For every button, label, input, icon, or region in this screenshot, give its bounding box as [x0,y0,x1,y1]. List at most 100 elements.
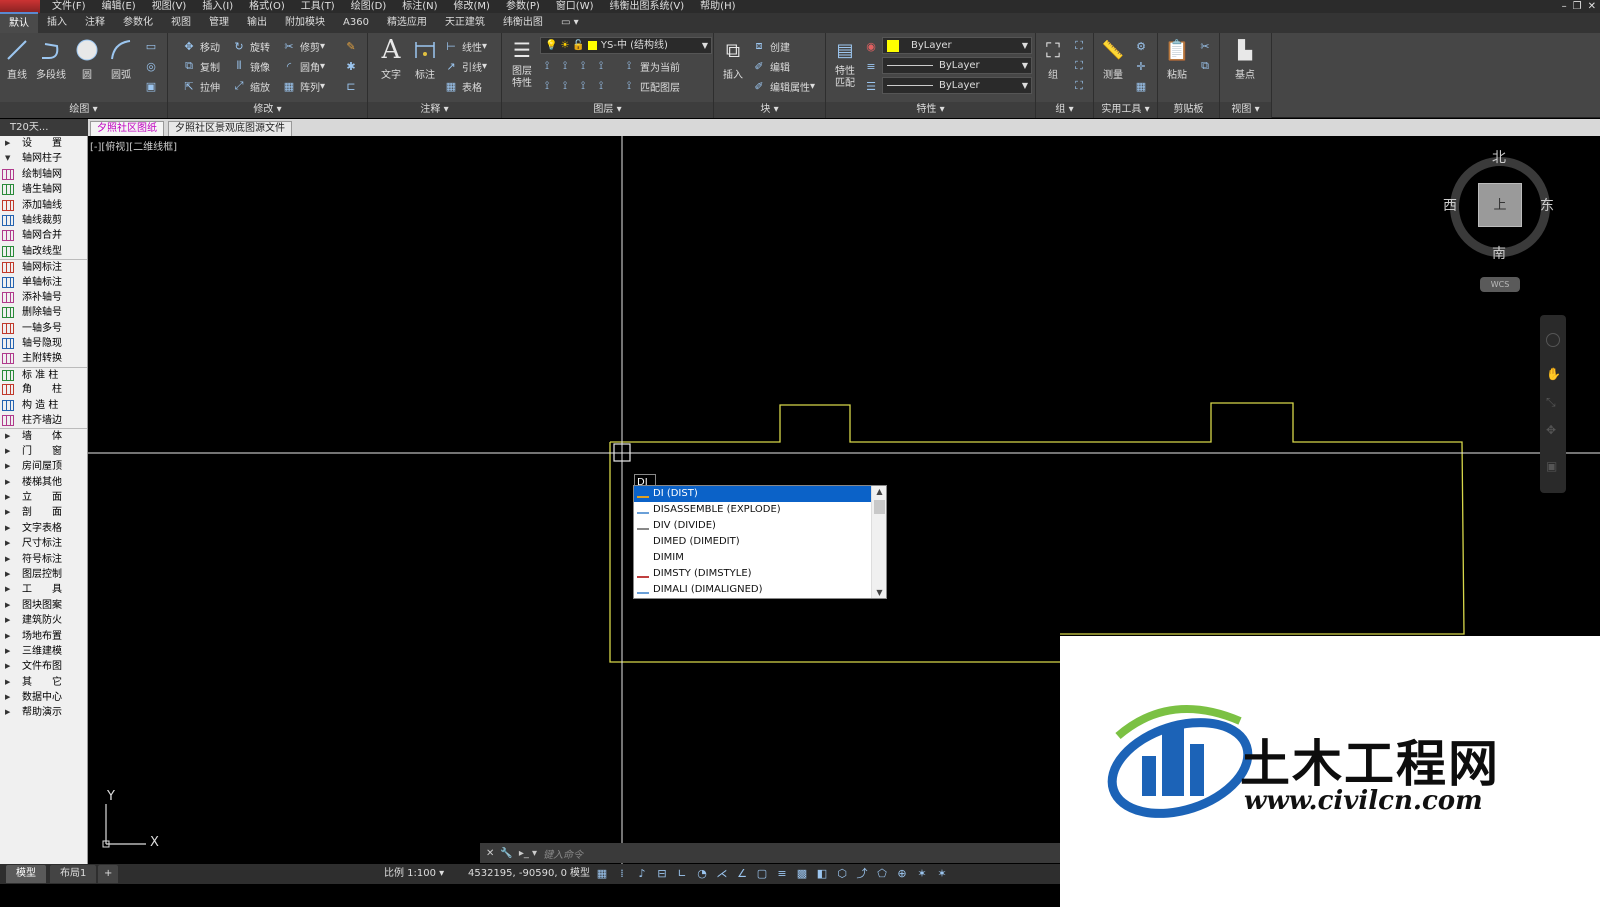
sidebar-item[interactable]: ▶ 房间屋顶 [0,459,87,474]
ribbon-tab[interactable]: 默认 [0,12,38,34]
table-tool[interactable]: ▦ 表格 [444,77,482,95]
sidebar-item[interactable]: 墙生轴网 [0,182,87,197]
linetype-button[interactable]: ≡ [864,57,882,75]
polyline-tool[interactable]: 多段线 [36,37,66,81]
sidebar-item[interactable]: 轴网合并 [0,228,87,243]
ribbon-tab[interactable]: 纬衡出图 [494,13,552,33]
rotate-tool[interactable]: ↻ 旋转 [232,37,270,55]
scroll-thumb[interactable] [874,500,885,514]
minimize-icon[interactable]: – [1562,0,1567,13]
sidebar-item[interactable]: ▶ 剖 面 [0,505,87,520]
infer-icon[interactable]: ♪ [635,867,649,881]
menu-item[interactable]: 工具(T) [293,0,343,13]
sidebar-item[interactable]: 轴网标注 [0,259,87,274]
annotation-panel-title[interactable]: 注释 ▾ [368,102,501,118]
edit-block-tool[interactable]: ✐ 编辑 [752,57,790,75]
ungroup-button[interactable]: ⛶ [1072,37,1090,55]
menu-item[interactable]: 标注(N) [394,0,445,13]
menu-item[interactable]: 窗口(W) [548,0,602,13]
sidebar-item[interactable]: 柱齐墙边 [0,413,87,428]
t20-panel-header[interactable]: T20天... [0,119,88,136]
transparency-icon[interactable]: ▩ [795,867,809,881]
ucs-dynamic-icon[interactable]: ⤴ [855,867,869,881]
lineweight-button[interactable]: ☰ [864,77,882,95]
group-edit-button[interactable]: ⛶ [1072,57,1090,75]
menu-item[interactable]: 格式(O) [241,0,293,13]
sidebar-item[interactable]: 单轴标注 [0,275,87,290]
copy-clip-button[interactable]: ⧉ [1198,57,1216,75]
sidebar-item[interactable]: ▶ 文字表格 [0,521,87,536]
menu-item[interactable]: 纬衡出图系统(V) [602,0,693,13]
line-tool[interactable]: 直线 [2,37,32,81]
circle-tool[interactable]: 圆 [72,37,102,81]
menu-item[interactable]: 文件(F) [44,0,94,13]
sidebar-item[interactable]: ▶ 图块图案 [0,598,87,613]
calculator-button[interactable]: ▦ [1134,77,1152,95]
point-button[interactable]: ✛ [1134,57,1152,75]
array-tool[interactable]: ▦ 阵列 ▾ [282,77,325,95]
command-input[interactable]: 键入命令 [543,846,583,861]
close-icon[interactable]: ✕ [1588,0,1596,13]
pan-icon[interactable]: ✋ [1546,367,1561,381]
offset-tool[interactable]: ⊏ [344,77,362,95]
sidebar-item[interactable]: ▶ 墙 体 [0,428,87,443]
layer-tools-row2[interactable]: ⟟ ⟟ ⟟ ⟟ [540,77,612,95]
create-block-tool[interactable]: ⧈ 创建 [752,37,791,55]
stretch-tool[interactable]: ⇱ 拉伸 [182,77,220,95]
sidebar-item[interactable]: 添补轴号 [0,290,87,305]
3d-osnap-icon[interactable]: ⬡ [835,867,849,881]
hatch-tool[interactable]: ◎ [144,57,162,75]
zoom-icon[interactable]: ⤡ [1546,395,1556,410]
compass-north[interactable]: 北 [1492,147,1506,167]
paste-tool[interactable]: 📋 粘贴 [1162,37,1192,81]
showmotion-icon[interactable]: ▣ [1546,459,1557,473]
mirror-tool[interactable]: ⫴ 镜像 [232,57,270,75]
compass-south[interactable]: 南 [1492,243,1506,263]
text-tool[interactable]: A 文字 [376,35,406,81]
sidebar-item[interactable]: 一轴多号 [0,321,87,336]
annotation-scale[interactable]: 比例 1:100 ▾ [384,864,444,884]
isodraft-icon[interactable]: ⋌ [715,867,729,881]
ribbon-tab[interactable]: 参数化 [114,13,162,33]
utilities-panel-title[interactable]: 实用工具 ▾ [1094,102,1157,118]
clipboard-panel-title[interactable]: 剪贴板 [1158,102,1219,118]
sidebar-item[interactable]: ▶ 三维建模 [0,644,87,659]
sidebar-item[interactable]: 添加轴线 [0,198,87,213]
scale-tool[interactable]: ⤢ 缩放 [232,77,270,95]
menu-item[interactable]: 插入(I) [194,0,241,13]
lineweight-toggle-icon[interactable]: ≡ [775,867,789,881]
linetype-dropdown[interactable]: ByLayer ▼ [882,57,1032,74]
object-snap-icon[interactable]: ▢ [755,867,769,881]
layers-panel-title[interactable]: 图层 ▾ [502,102,713,118]
sidebar-item[interactable]: ▶ 场地布置 [0,629,87,644]
autocomplete-item[interactable]: DISASSEMBLE (EXPLODE) [634,502,871,518]
fillet-tool[interactable]: ◜ 圆角 ▾ [282,57,325,75]
ribbon-tab[interactable]: 插入 [38,13,76,33]
viewcube-face-top[interactable]: 上 [1478,183,1522,227]
restore-icon[interactable]: ❐ [1573,0,1582,13]
ribbon-tab[interactable]: 天正建筑 [436,13,494,33]
autocomplete-item[interactable]: DIMED (DIMEDIT) [634,534,871,550]
menu-item[interactable]: 视图(V) [144,0,195,13]
viewcube[interactable]: 北 南 西 东 上 WCS [1440,145,1560,295]
group-select-button[interactable]: ⛶ [1072,77,1090,95]
color-wheel-button[interactable]: ◉ [864,37,882,55]
sidebar-item[interactable]: ▶ 帮助演示 [0,705,87,720]
selection-filter-icon[interactable]: ⬠ [875,867,889,881]
grid-icon[interactable]: ▦ [595,867,609,881]
match-properties-tool[interactable]: ▤ 特性 匹配 [830,37,860,90]
sidebar-item[interactable]: ▶ 图层控制 [0,567,87,582]
sidebar-item[interactable]: 构 造 柱 [0,398,87,413]
leader-tool[interactable]: ↗ 引线 ▾ [444,57,487,75]
scroll-up-icon[interactable]: ▲ [872,487,887,496]
sidebar-item[interactable]: ▶ 文件布图 [0,659,87,674]
wcs-menu[interactable]: WCS [1480,277,1520,292]
sidebar-item[interactable]: 角 柱 [0,382,87,397]
compass-west[interactable]: 西 [1443,195,1457,215]
edit-attributes-tool[interactable]: ✐ 编辑属性 ▾ [752,77,815,95]
sidebar-item[interactable]: ▶ 工 具 [0,582,87,597]
selection-cycling-icon[interactable]: ◧ [815,867,829,881]
insert-tool[interactable]: ⧉ 插入 [718,37,748,81]
menu-item[interactable]: 编辑(E) [94,0,144,13]
sidebar-item[interactable]: 轴改线型 [0,244,87,259]
